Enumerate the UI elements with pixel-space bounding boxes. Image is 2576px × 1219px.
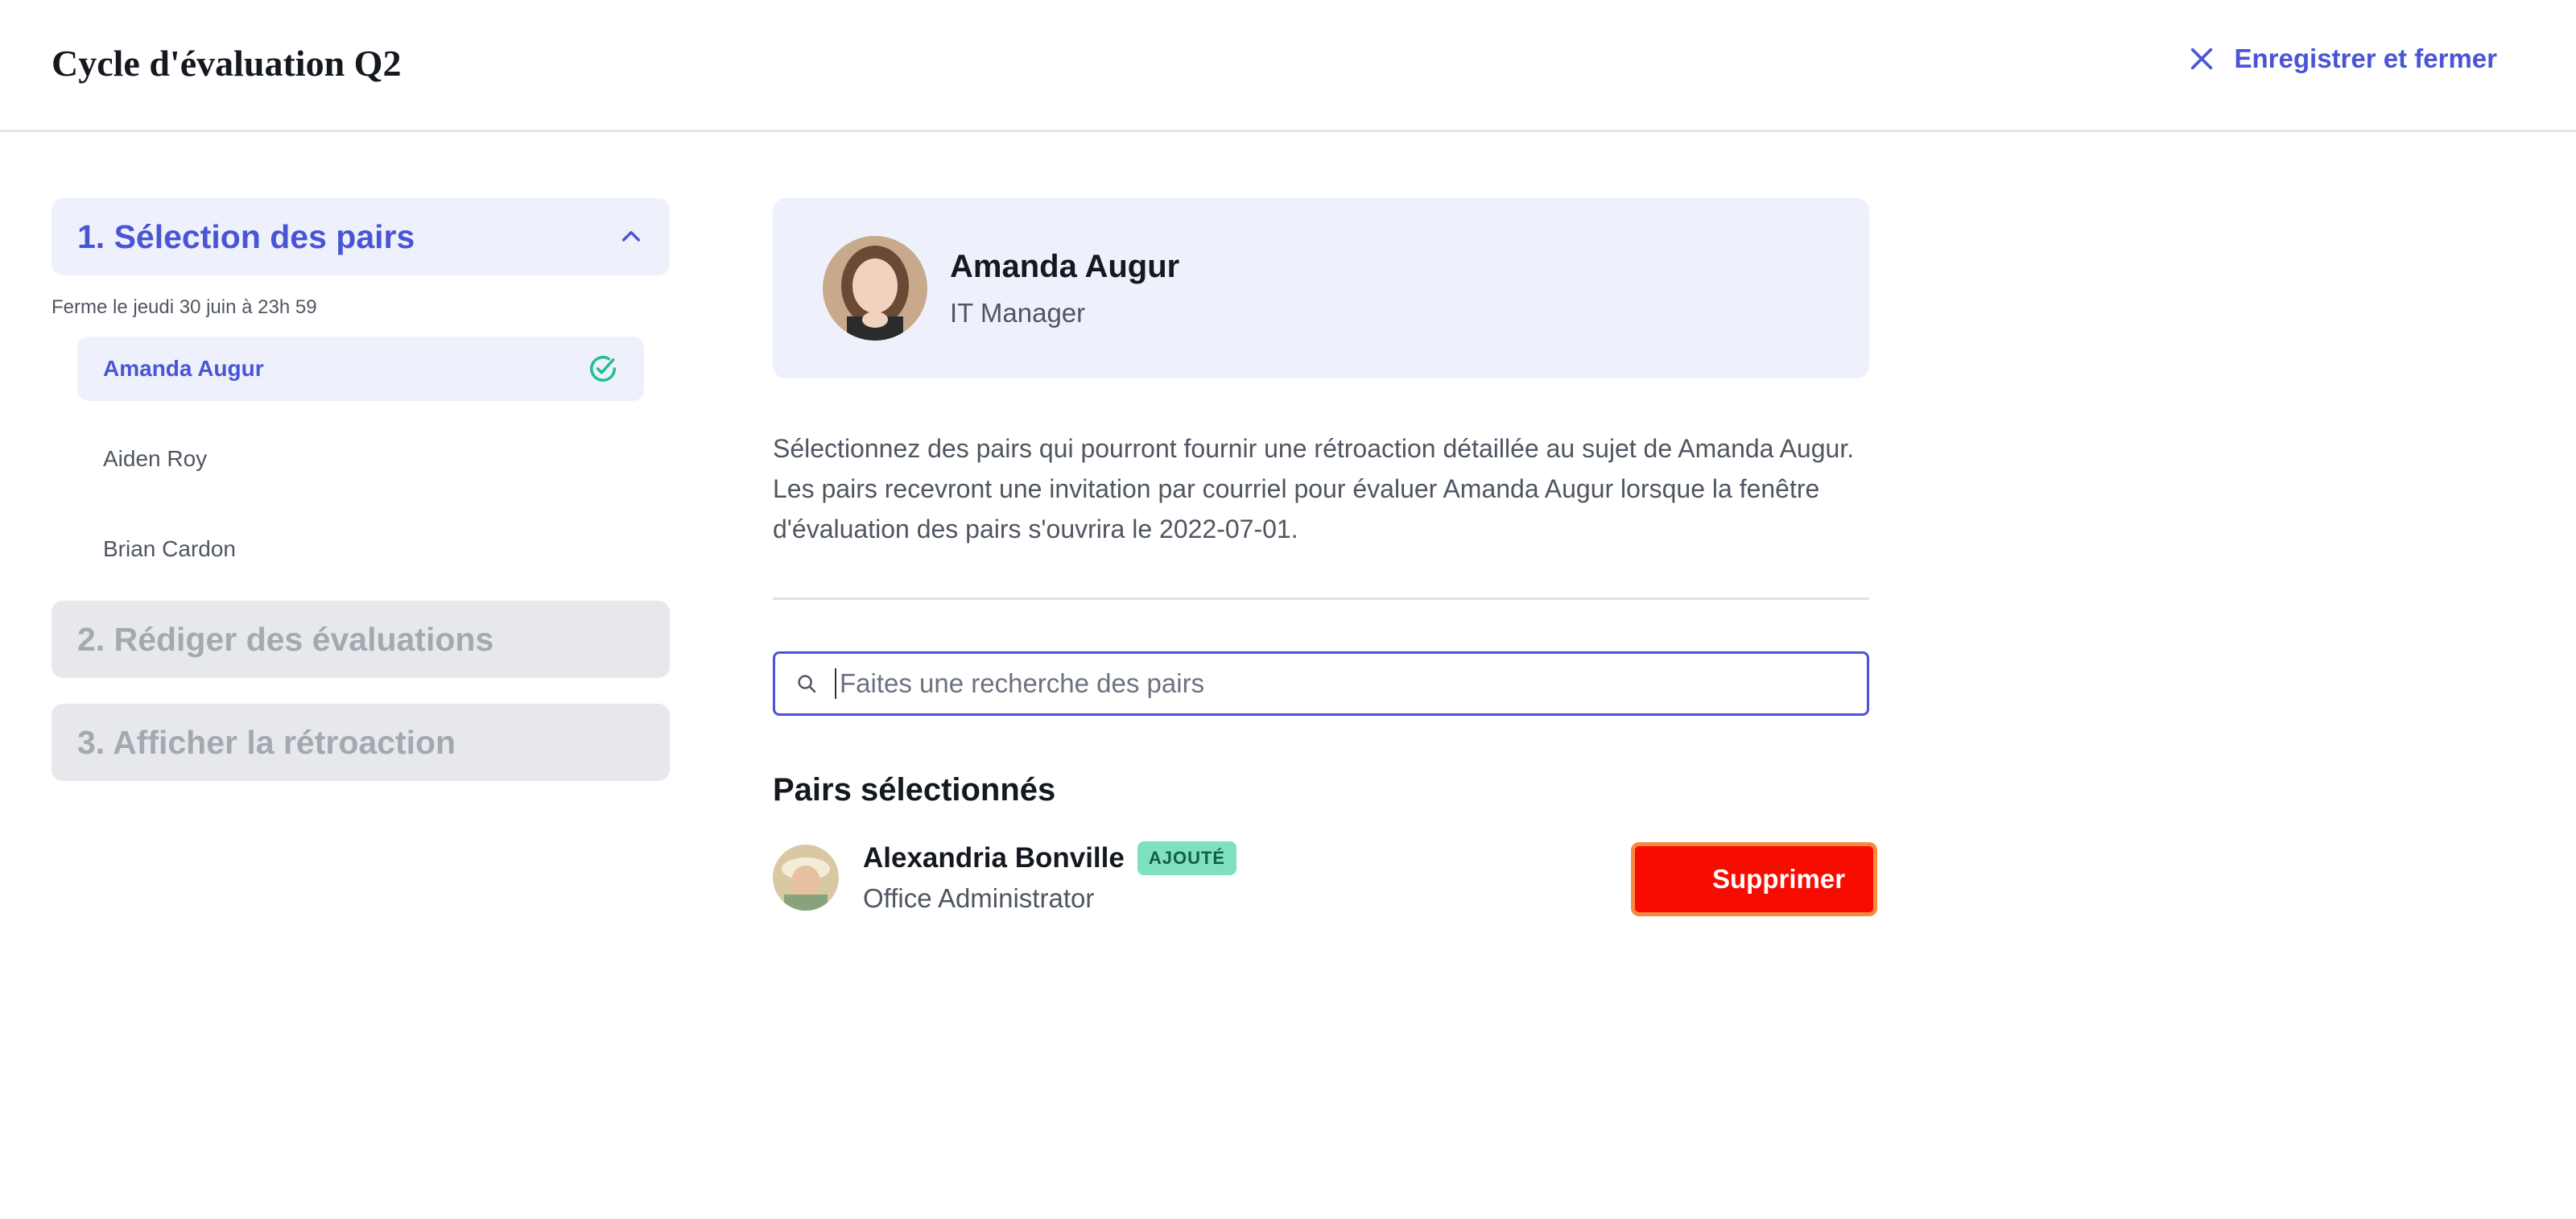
profile-name: Amanda Augur: [950, 248, 1180, 284]
divider: [773, 597, 1869, 600]
status-badge: AJOUTÉ: [1137, 841, 1237, 875]
avatar: [773, 845, 839, 911]
peer-search-input[interactable]: [835, 668, 1801, 699]
profile-info: Amanda Augur IT Manager: [950, 249, 1179, 329]
step-label: 2. Rédiger des évaluations: [77, 620, 494, 658]
chevron-up-icon[interactable]: [618, 224, 644, 250]
profile-card: Amanda Augur IT Manager: [773, 198, 1869, 378]
step-peer-selection[interactable]: 1. Sélection des pairs: [52, 198, 670, 275]
step-label: 3. Afficher la rétroaction: [77, 723, 456, 761]
steps-sidebar: 1. Sélection des pairs Ferme le jeudi 30…: [52, 198, 670, 781]
peer-search-field[interactable]: [773, 651, 1869, 716]
peer-role: Office Administrator: [863, 883, 1095, 913]
close-icon: [2190, 48, 2212, 70]
peer-info: Alexandria Bonville AJOUTÉ Office Admini…: [863, 841, 1237, 914]
step-deadline: Ferme le jeudi 30 juin à 23h 59: [52, 296, 317, 318]
person-name: Aiden Roy: [103, 446, 208, 471]
selected-peer-row: Alexandria Bonville AJOUTÉ Office Admini…: [773, 839, 1877, 916]
main-content: Amanda Augur IT Manager Sélectionnez des…: [773, 198, 1877, 916]
step-label: 1. Sélection des pairs: [77, 217, 415, 255]
save-and-close-label: Enregistrer et fermer: [2234, 43, 2497, 73]
search-icon: [798, 675, 816, 693]
peer-name: Alexandria Bonville: [863, 842, 1125, 874]
person-item-amanda-augur[interactable]: Amanda Augur: [77, 337, 644, 401]
save-and-close-button[interactable]: Enregistrer et fermer: [2188, 43, 2497, 74]
person-name: Amanda Augur: [103, 356, 264, 381]
person-name: Brian Cardon: [103, 536, 236, 561]
top-bar: Cycle d'évaluation Q2 Enregistrer et fer…: [0, 0, 2576, 132]
page-title: Cycle d'évaluation Q2: [52, 43, 402, 84]
remove-peer-button[interactable]: Supprimer: [1631, 842, 1877, 916]
selected-peers-heading: Pairs sélectionnés: [773, 772, 1056, 808]
person-item-brian-cardon[interactable]: Brian Cardon: [77, 517, 644, 581]
avatar: [823, 236, 927, 341]
instructions-text: Sélectionnez des pairs qui pourront four…: [773, 434, 1855, 543]
check-circle-icon: [590, 356, 616, 382]
person-item-aiden-roy[interactable]: Aiden Roy: [77, 427, 644, 491]
step-write-evaluations: 2. Rédiger des évaluations: [52, 601, 670, 678]
step-view-feedback: 3. Afficher la rétroaction: [52, 704, 670, 781]
profile-role: IT Manager: [950, 297, 1086, 328]
